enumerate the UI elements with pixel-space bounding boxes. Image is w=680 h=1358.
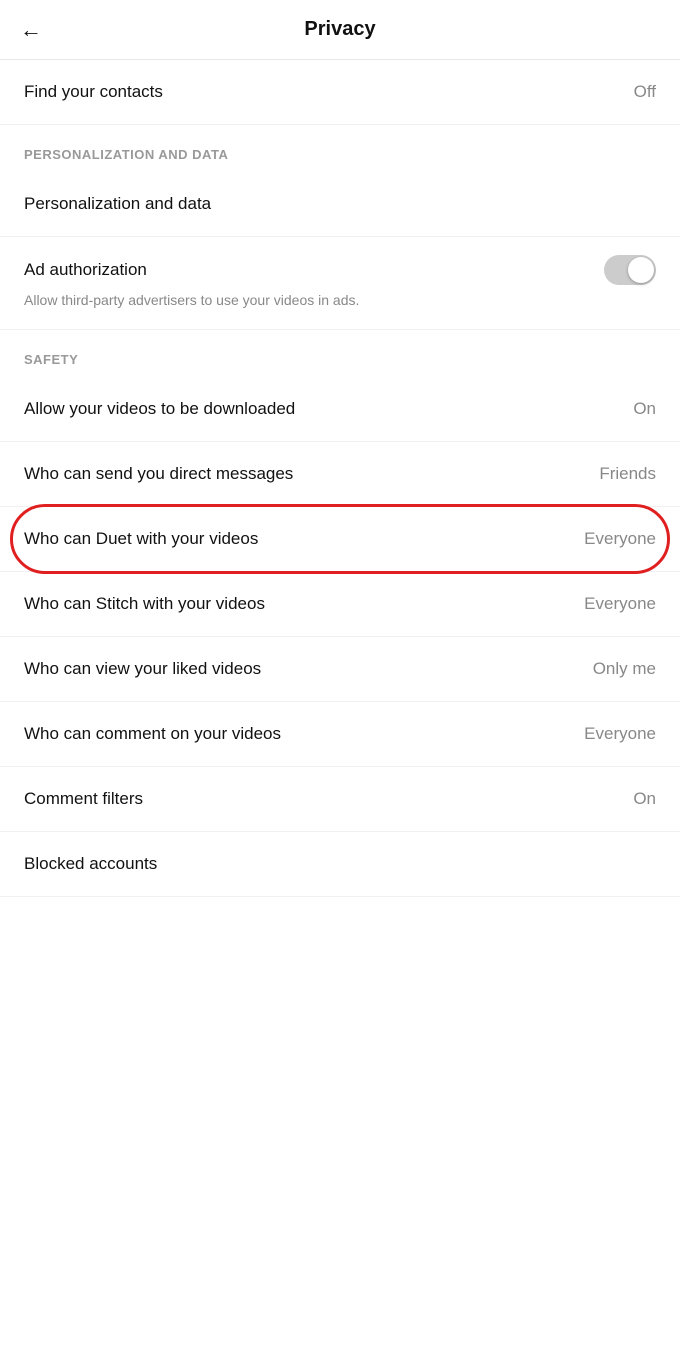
allow-downloads-value: On bbox=[633, 399, 656, 419]
comment-label: Who can comment on your videos bbox=[24, 724, 281, 744]
liked-videos-value: Only me bbox=[593, 659, 656, 679]
header: ← Privacy bbox=[0, 0, 680, 60]
ad-authorization-label: Ad authorization bbox=[24, 260, 147, 280]
comment-value: Everyone bbox=[584, 724, 656, 744]
blocked-accounts-row[interactable]: Blocked accounts bbox=[0, 832, 680, 897]
liked-videos-row[interactable]: Who can view your liked videos Only me bbox=[0, 637, 680, 702]
direct-messages-label: Who can send you direct messages bbox=[24, 464, 293, 484]
comment-filters-row[interactable]: Comment filters On bbox=[0, 767, 680, 832]
stitch-value: Everyone bbox=[584, 594, 656, 614]
ad-authorization-toggle[interactable] bbox=[604, 255, 656, 285]
comment-filters-label: Comment filters bbox=[24, 789, 143, 809]
comment-row[interactable]: Who can comment on your videos Everyone bbox=[0, 702, 680, 767]
toggle-knob bbox=[628, 257, 654, 283]
allow-downloads-label: Allow your videos to be downloaded bbox=[24, 399, 295, 419]
find-contacts-row[interactable]: Find your contacts Off bbox=[0, 60, 680, 125]
ad-authorization-row[interactable]: Ad authorization Allow third-party adver… bbox=[0, 237, 680, 330]
direct-messages-value: Friends bbox=[599, 464, 656, 484]
personalization-row[interactable]: Personalization and data bbox=[0, 172, 680, 237]
duet-row[interactable]: Who can Duet with your videos Everyone bbox=[0, 507, 680, 572]
stitch-label: Who can Stitch with your videos bbox=[24, 594, 265, 614]
duet-value: Everyone bbox=[584, 529, 656, 549]
allow-downloads-row[interactable]: Allow your videos to be downloaded On bbox=[0, 377, 680, 442]
personalization-label: Personalization and data bbox=[24, 194, 211, 214]
stitch-row[interactable]: Who can Stitch with your videos Everyone bbox=[0, 572, 680, 637]
back-button[interactable]: ← bbox=[20, 17, 42, 43]
direct-messages-row[interactable]: Who can send you direct messages Friends bbox=[0, 442, 680, 507]
liked-videos-label: Who can view your liked videos bbox=[24, 659, 261, 679]
find-contacts-label: Find your contacts bbox=[24, 82, 163, 102]
page-title: Privacy bbox=[304, 18, 375, 41]
personalization-section-header: PERSONALIZATION AND DATA bbox=[0, 125, 680, 172]
duet-label: Who can Duet with your videos bbox=[24, 529, 258, 549]
safety-section-header: SAFETY bbox=[0, 330, 680, 377]
find-contacts-value: Off bbox=[634, 82, 656, 102]
blocked-accounts-label: Blocked accounts bbox=[24, 854, 157, 874]
comment-filters-value: On bbox=[633, 789, 656, 809]
ad-authorization-desc: Allow third-party advertisers to use you… bbox=[24, 291, 656, 311]
ad-authorization-top: Ad authorization bbox=[24, 255, 656, 285]
